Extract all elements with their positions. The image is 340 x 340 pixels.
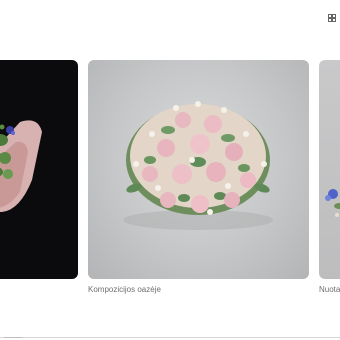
page: Kompozicijos oazėje Nuota — [0, 0, 340, 340]
flower-arrangement-image[interactable] — [88, 60, 309, 279]
violet-bouquet-image[interactable] — [0, 60, 78, 279]
card-caption: Nuota — [319, 285, 340, 294]
scrollbar-thumb[interactable] — [4, 337, 22, 338]
grid-icon[interactable] — [328, 9, 336, 22]
blue-flowers-image[interactable] — [319, 60, 340, 279]
scrollbar-track — [0, 337, 340, 338]
card-caption: Kompozicijos oazėje — [88, 285, 161, 294]
product-carousel[interactable]: Kompozicijos oazėje Nuota — [0, 60, 340, 300]
